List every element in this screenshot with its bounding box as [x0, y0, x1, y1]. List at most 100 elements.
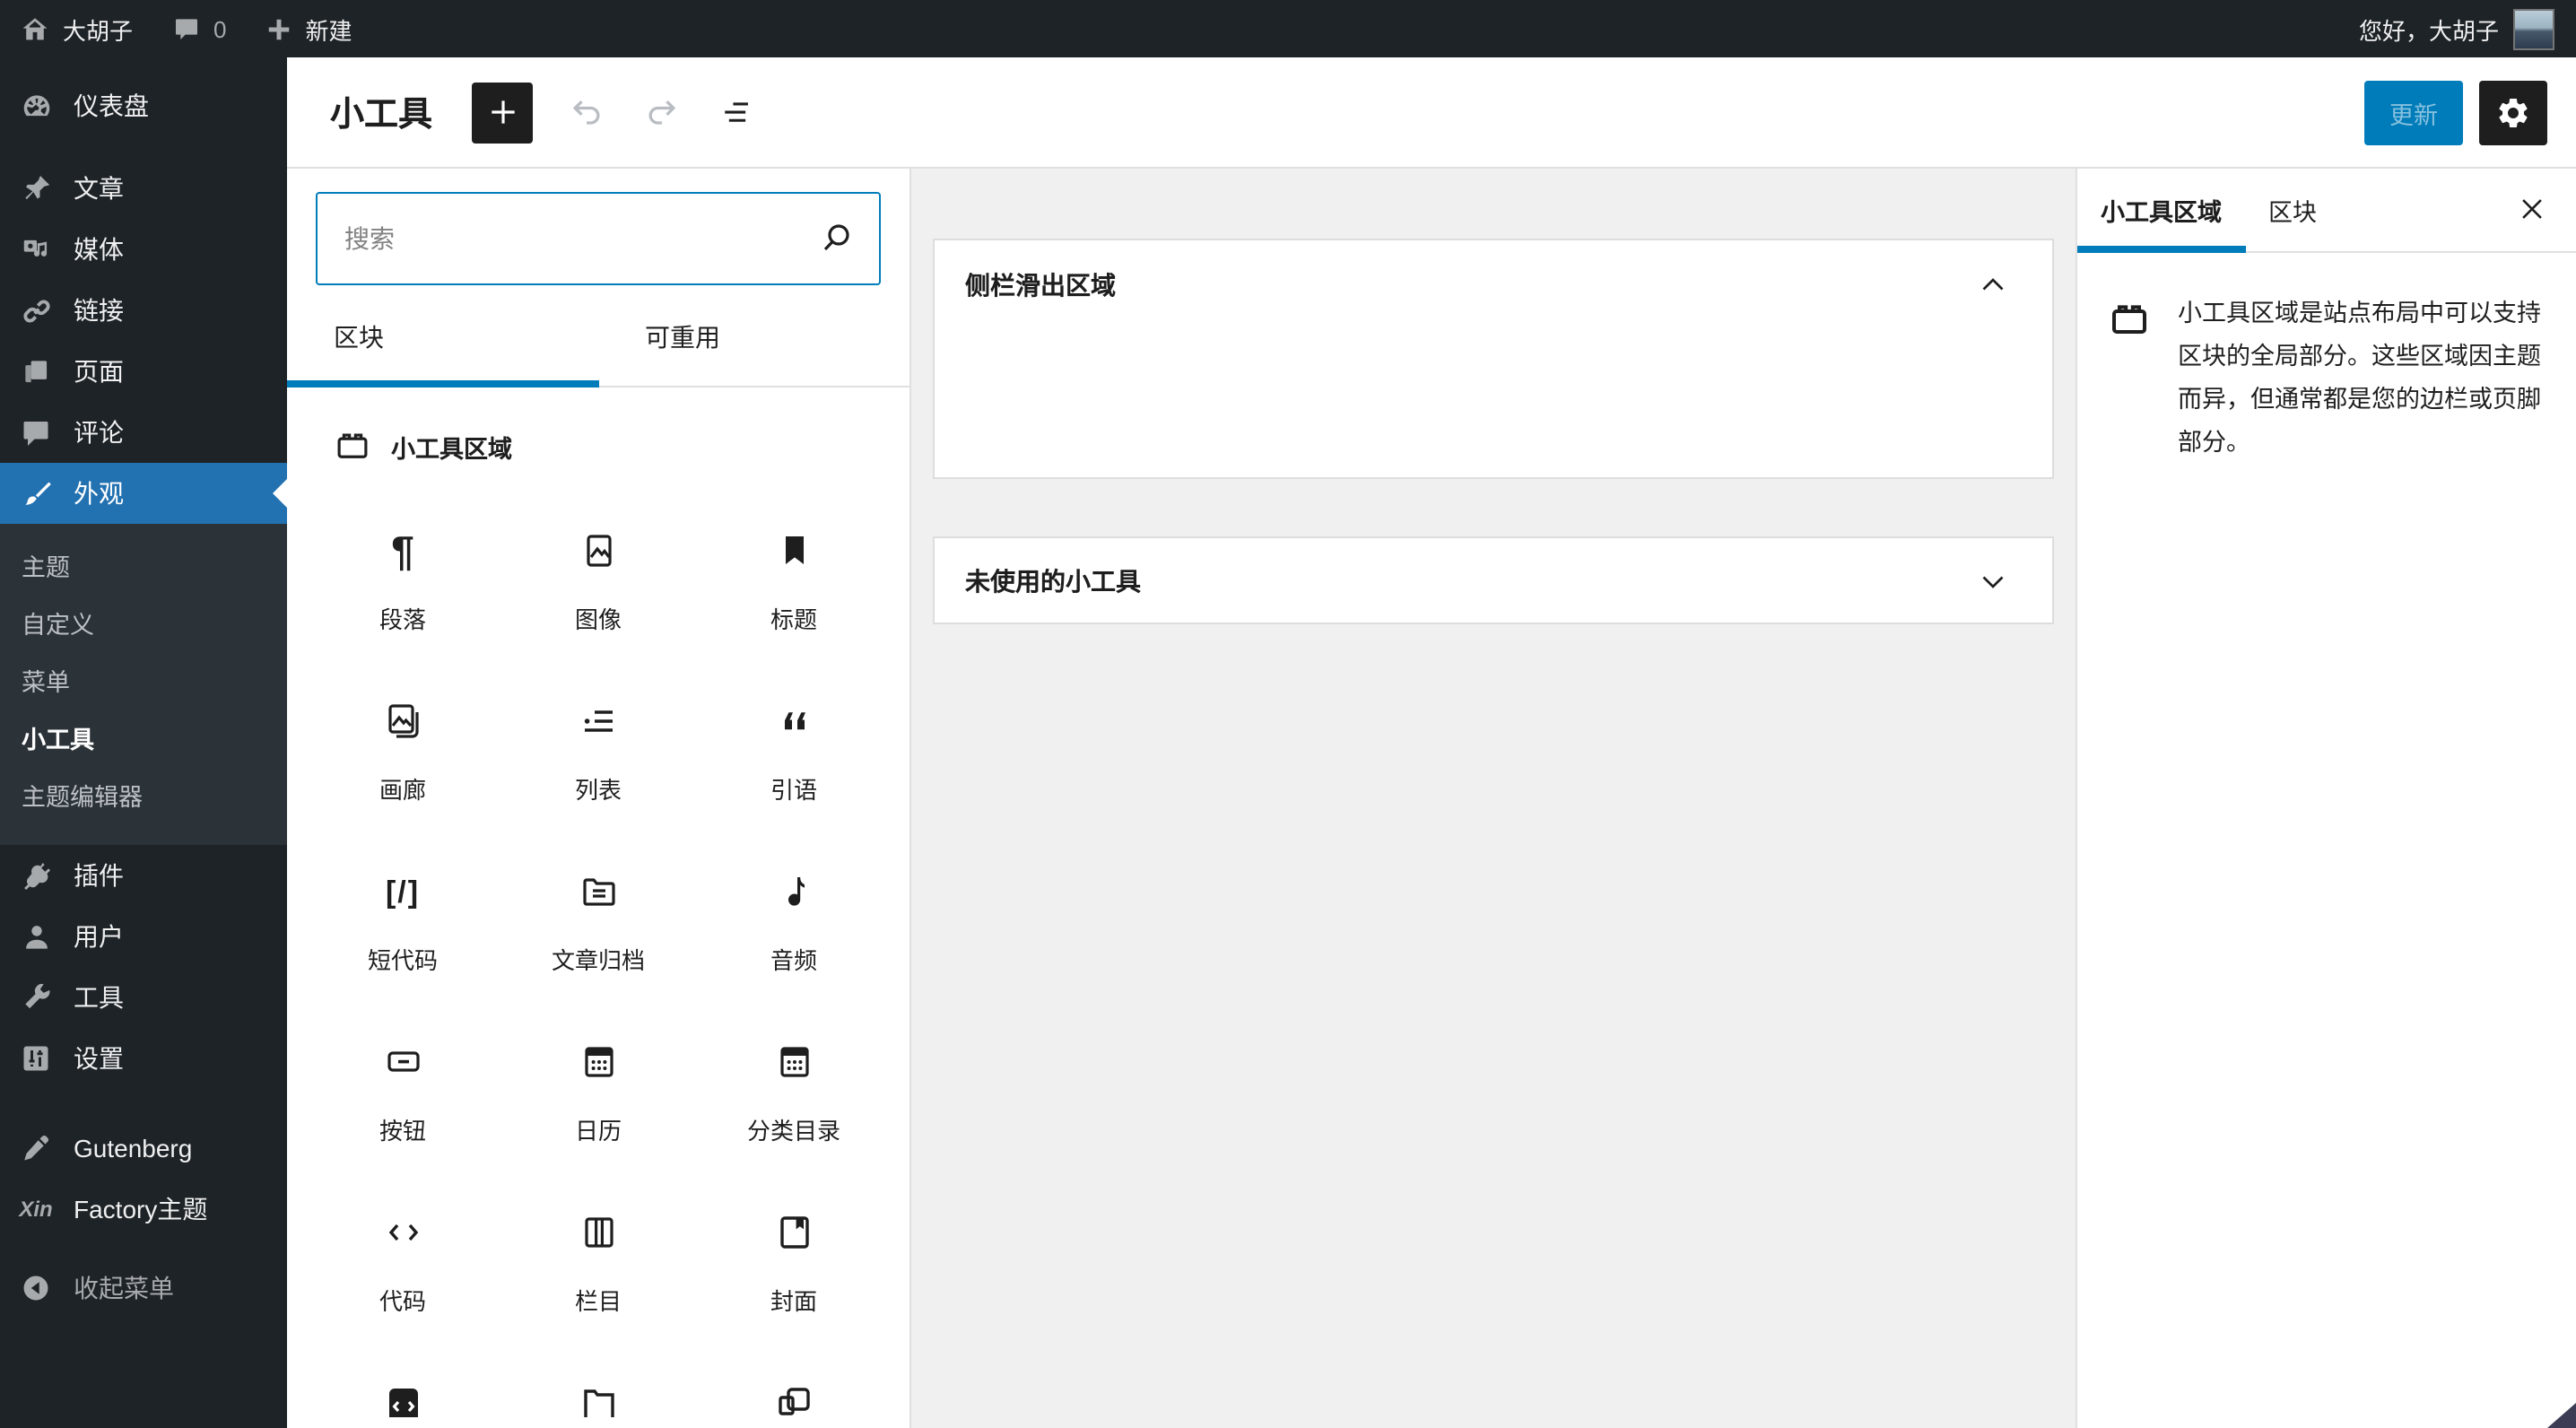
gallery-icon: [381, 698, 424, 744]
sidebar-item-settings[interactable]: 设置: [0, 1028, 287, 1089]
sidebar-label: 页面: [74, 357, 124, 386]
tab-blocks[interactable]: 区块: [287, 287, 598, 387]
block-item-cover[interactable]: 封面: [696, 1157, 892, 1328]
sidebar-item-posts[interactable]: 文章: [0, 158, 287, 219]
sidebar-label: 仪表盘: [74, 91, 149, 120]
greeting-text[interactable]: 您好，大胡子: [2359, 12, 2499, 46]
bookmark-icon: [772, 527, 815, 574]
block-item-quote[interactable]: 引语: [696, 646, 892, 816]
list-view-button[interactable]: [705, 80, 770, 144]
tab-block[interactable]: 区块: [2245, 167, 2340, 251]
block-item-columns[interactable]: 栏目: [500, 1157, 696, 1328]
editor-header: 小工具 更新: [287, 57, 2576, 169]
image-icon: [577, 527, 620, 574]
block-item-button[interactable]: 按钮: [305, 987, 500, 1157]
sidebar-item-factory-theme[interactable]: Xin Factory主题: [0, 1179, 287, 1240]
block-item-group[interactable]: [696, 1328, 892, 1428]
sidebar-item-pages[interactable]: 页面: [0, 341, 287, 402]
sidebar-item-dashboard[interactable]: 仪表盘: [0, 75, 287, 136]
sidebar-item-tools[interactable]: 工具: [0, 967, 287, 1028]
cover-icon: [772, 1209, 815, 1256]
sidebar-collapse-menu[interactable]: 收起菜单: [0, 1258, 287, 1319]
sidebar-item-plugins[interactable]: 插件: [0, 845, 287, 906]
sidebar-label: 外观: [74, 479, 124, 508]
chevron-down-icon[interactable]: [1977, 564, 2009, 596]
widget-area-title: 侧栏滑出区域: [965, 271, 1116, 300]
update-button[interactable]: 更新: [2364, 80, 2463, 144]
settings-sidebar: 小工具区域 区块 小工具区域是站点布局中可以支持区块的全局部分。这些区域因主题而…: [2076, 167, 2576, 1428]
admin-bar-site-menu[interactable]: 大胡子: [0, 0, 152, 57]
admin-bar-new[interactable]: 新建: [247, 0, 372, 57]
block-item-file[interactable]: [500, 1328, 696, 1428]
block-item-heading[interactable]: 标题: [696, 475, 892, 646]
submenu-item-widgets[interactable]: 小工具: [0, 709, 287, 766]
plus-icon: [266, 15, 293, 42]
submenu-item-menus[interactable]: 菜单: [0, 651, 287, 709]
block-grid: ¶ 段落 图像 标题 画廊 列表 引语 [/] 短代码 文章归档 音频 按钮 日…: [287, 475, 909, 1428]
inserter-tabs: 区块 可重用: [287, 287, 909, 387]
close-settings-button[interactable]: [2504, 182, 2558, 236]
admin-bar-comments[interactable]: 0: [152, 0, 246, 57]
close-icon: [2521, 199, 2541, 219]
tab-reusable[interactable]: 可重用: [598, 287, 909, 386]
block-item-paragraph[interactable]: ¶ 段落: [305, 475, 500, 646]
search-icon: [814, 217, 857, 260]
sidebar-item-links[interactable]: 链接: [0, 280, 287, 341]
inserter-section-header: 小工具区域: [287, 387, 909, 465]
widget-area-icon: [2108, 292, 2151, 465]
submenu-item-theme-editor[interactable]: 主题编辑器: [0, 766, 287, 823]
submenu-arrow: [258, 479, 287, 508]
archive-folder-icon: [577, 868, 620, 915]
block-item-shortcode[interactable]: [/] 短代码: [305, 816, 500, 987]
home-icon: [20, 13, 50, 44]
sidebar-item-comments[interactable]: 评论: [0, 402, 287, 463]
file-icon: [577, 1380, 620, 1426]
sidebar-item-gutenberg[interactable]: Gutenberg: [0, 1118, 287, 1179]
sidebar-label: 链接: [74, 296, 124, 325]
collapse-arrow-icon: [16, 1272, 56, 1304]
block-item-audio[interactable]: 音频: [696, 816, 892, 987]
block-item-archives[interactable]: 文章归档: [500, 816, 696, 987]
block-item-code[interactable]: 代码: [305, 1157, 500, 1328]
media-icon: [16, 232, 56, 266]
comment-bubble-icon: [172, 14, 201, 43]
block-item-gallery[interactable]: 画廊: [305, 646, 500, 816]
widget-areas-description: 小工具区域是站点布局中可以支持区块的全局部分。这些区域因主题而异，但通常都是您的…: [2077, 253, 2576, 465]
add-block-button[interactable]: [472, 82, 534, 143]
xin-logo: Xin: [19, 1197, 53, 1222]
block-item-image[interactable]: 图像: [500, 475, 696, 646]
description-text: 小工具区域是站点布局中可以支持区块的全局部分。这些区域因主题而异，但通常都是您的…: [2178, 300, 2541, 457]
paragraph-icon: ¶: [391, 527, 414, 573]
chevron-up-icon[interactable]: [1977, 269, 2009, 301]
widget-area-sidebar-slideout[interactable]: 侧栏滑出区域: [933, 239, 2054, 479]
admin-bar: 大胡子 0 新建 您好，大胡子: [0, 0, 2576, 57]
settings-gear-button[interactable]: [2479, 80, 2547, 144]
sidebar-label: 评论: [74, 418, 124, 447]
block-item-calendar[interactable]: 日历: [500, 987, 696, 1157]
tab-widget-areas[interactable]: 小工具区域: [2077, 167, 2245, 253]
submenu-item-themes[interactable]: 主题: [0, 536, 287, 594]
avatar[interactable]: [2513, 8, 2554, 49]
sidebar-item-appearance[interactable]: 外观: [0, 463, 287, 524]
code-icon: [381, 1209, 424, 1256]
undo-button[interactable]: [554, 80, 619, 144]
custom-html-icon: [381, 1380, 424, 1426]
block-item-custom-html[interactable]: [305, 1328, 500, 1428]
widget-area-inactive[interactable]: 未使用的小工具: [933, 536, 2054, 624]
shortcode-icon: [/]: [385, 875, 421, 909]
sidebar-label: Gutenberg: [74, 1134, 193, 1162]
redo-button[interactable]: [630, 80, 694, 144]
block-item-list[interactable]: 列表: [500, 646, 696, 816]
search-input[interactable]: [316, 192, 881, 285]
sidebar-item-users[interactable]: 用户: [0, 906, 287, 967]
columns-icon: [577, 1209, 620, 1256]
sidebar-label: 工具: [74, 983, 124, 1012]
pin-icon: [16, 171, 56, 205]
submenu-item-customize[interactable]: 自定义: [0, 594, 287, 651]
plugin-icon: [16, 858, 56, 892]
block-item-categories[interactable]: 分类目录: [696, 987, 892, 1157]
link-icon: [16, 293, 56, 327]
sidebar-item-media[interactable]: 媒体: [0, 219, 287, 280]
sidebar-label: 用户: [74, 922, 124, 951]
widget-area-icon: [334, 427, 371, 465]
